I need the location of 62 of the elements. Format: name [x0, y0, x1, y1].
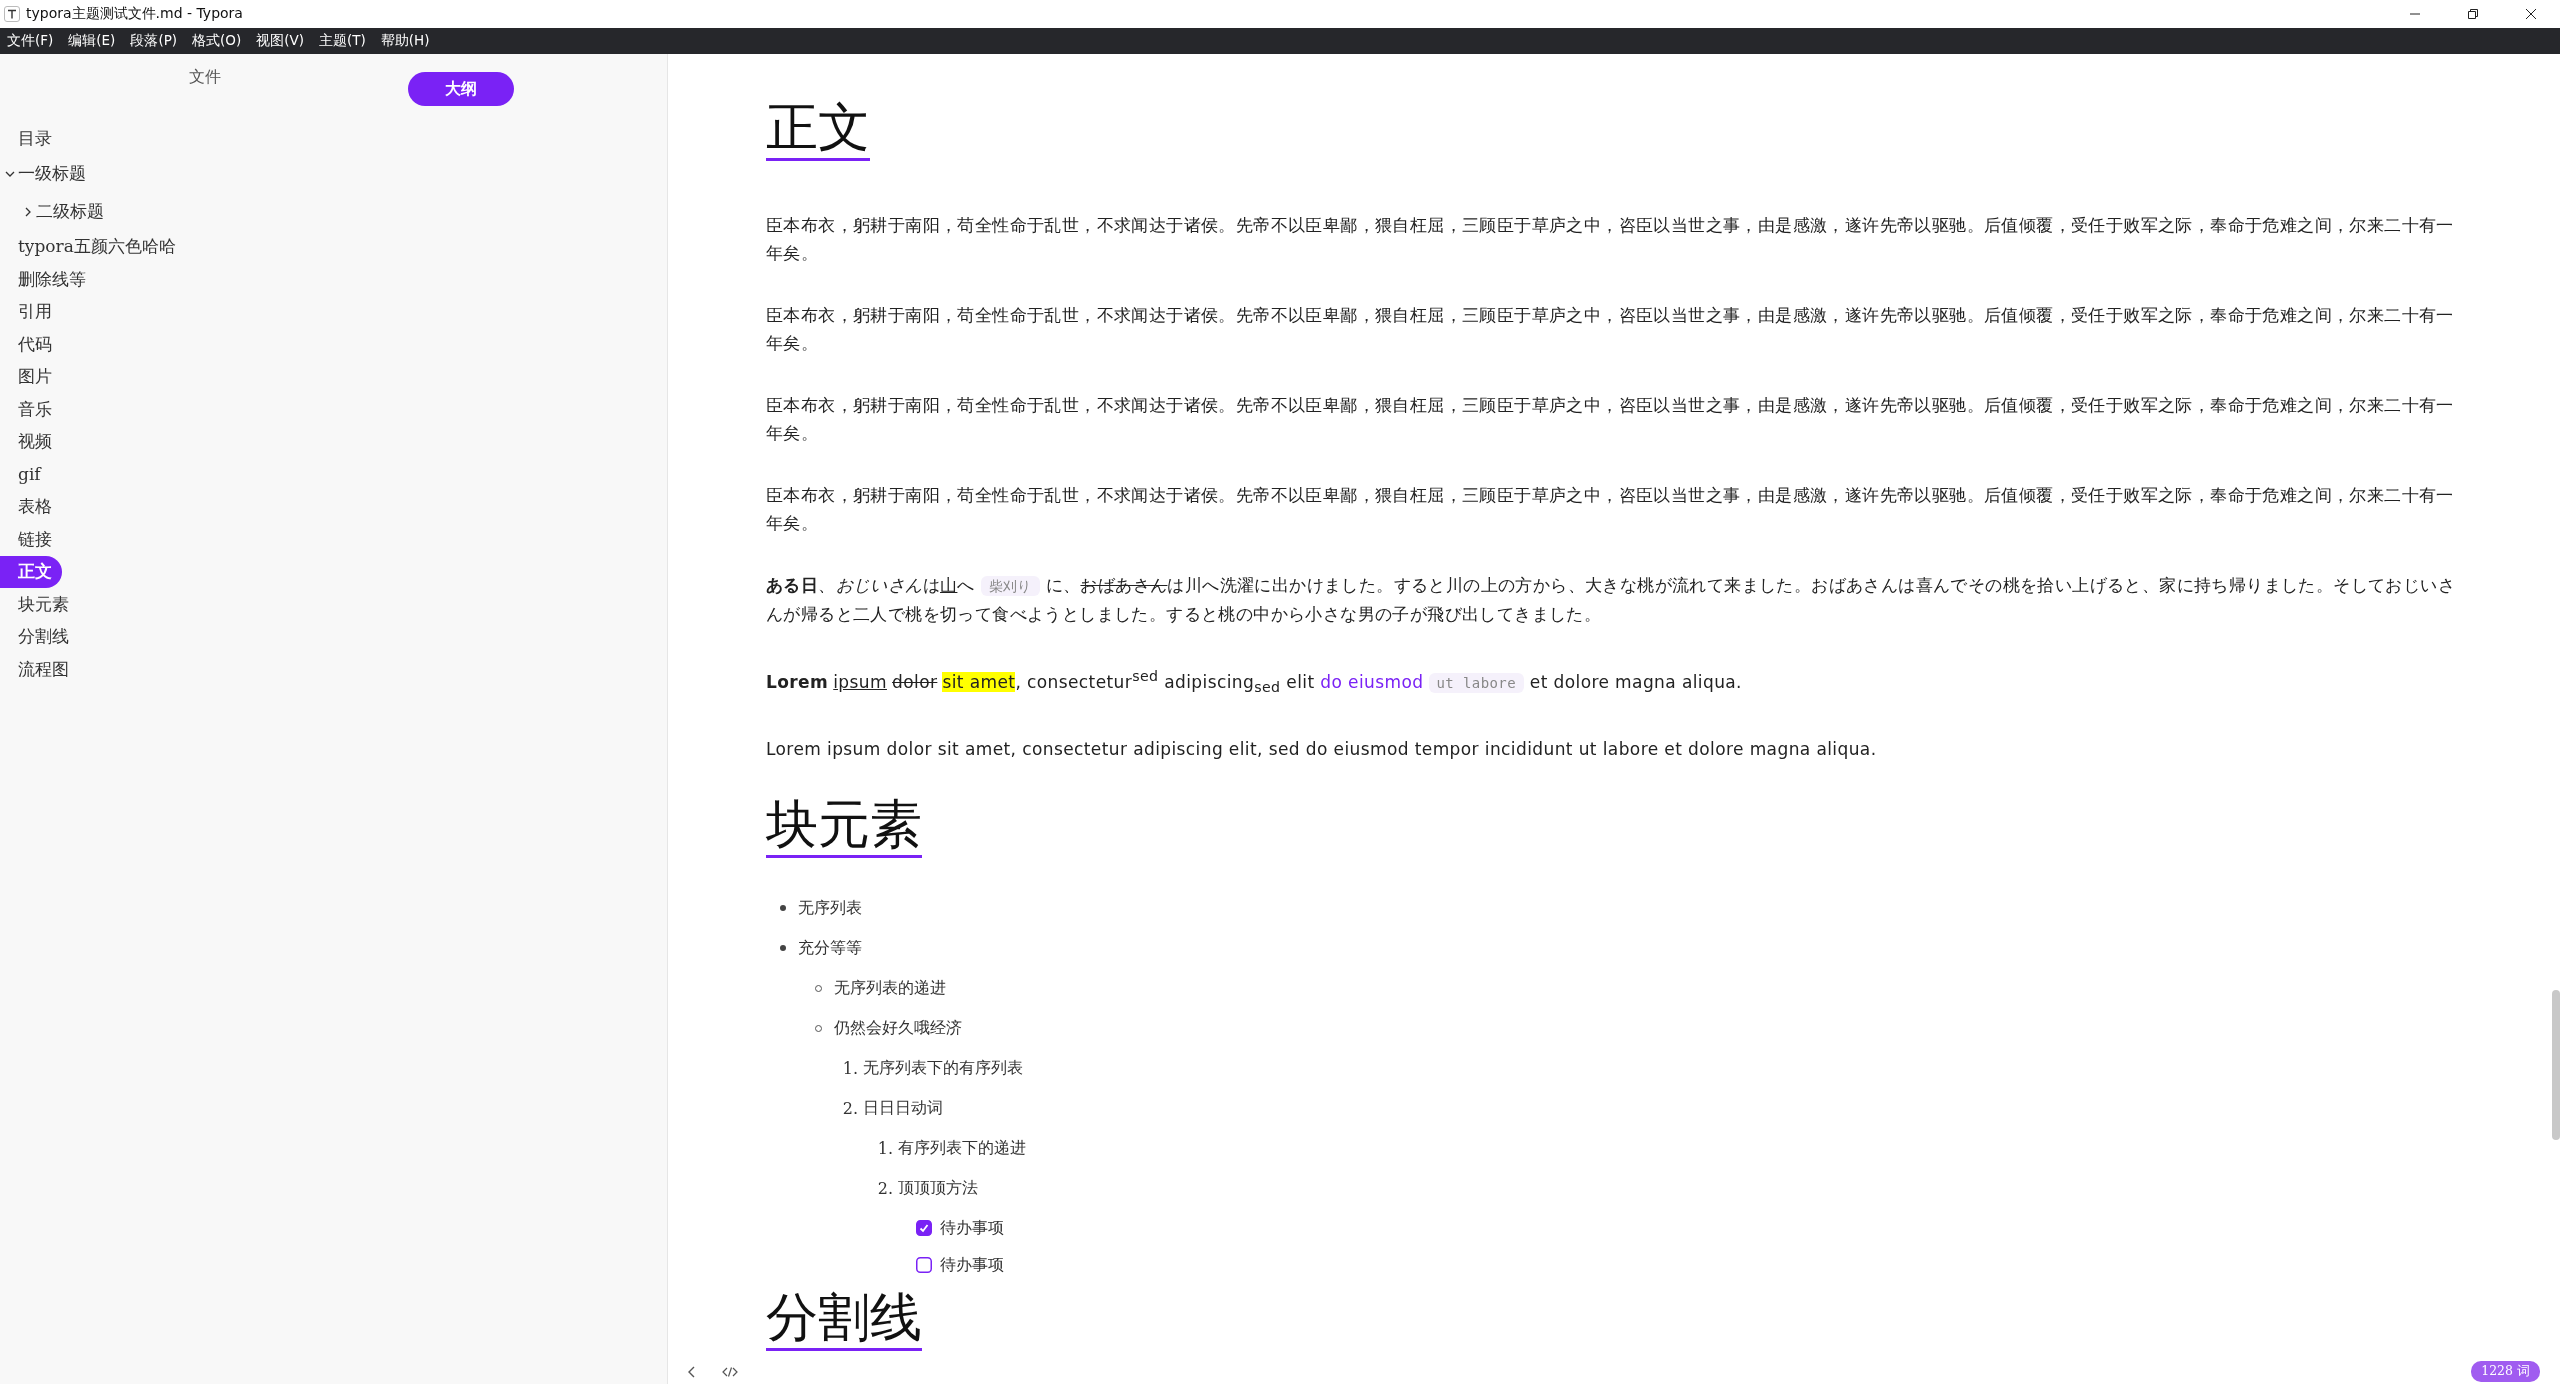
menu-item[interactable]: 格式(O) [191, 32, 243, 50]
paragraph: 臣本布衣，躬耕于南阳，苟全性命于乱世，不求闻达于诸侯。先帝不以臣卑鄙，猥自枉屈，三顾臣于草庐之中，咨臣以当世之事，由是感激，遂许先帝以驱驰。后值倾覆，受任于败军之际，奉命于危难之间，尔来二十有一年矣。 [766, 394, 2455, 445]
list-item-text: 无序列表的递进 [834, 977, 946, 999]
sidebar-tab[interactable]: 大纲 [408, 72, 514, 106]
list-number: 2. [876, 1178, 893, 1198]
list-number: 1. [841, 1058, 858, 1078]
heading: 正文 [766, 100, 870, 161]
menu-item[interactable]: 文件(F) [6, 32, 55, 50]
list-item-text: 待办事项 [940, 1217, 1004, 1239]
outline-item[interactable]: 代码 [0, 328, 62, 361]
outline-item[interactable]: 目录 [0, 122, 62, 155]
outline-item[interactable]: 流程图 [0, 653, 79, 686]
list-number: 1. [876, 1138, 893, 1158]
list-item-text: 待办事项 [940, 1254, 1004, 1276]
sidebar-tab[interactable]: 文件 [152, 60, 258, 94]
close-icon[interactable] [2525, 8, 2537, 20]
outline-item[interactable]: 正文 [0, 555, 62, 588]
bullet-icon [780, 905, 786, 912]
outline-item[interactable]: 视频 [0, 425, 62, 458]
paragraph: Lorem ipsum dolor sit amet, consectetur$^{sed}$ adipiscing$_{sed}$ elit do eiusmod ut labore et dolore magna aliqua. [766, 667, 1743, 698]
list-item-text: 仍然会好久哦经济 [834, 1017, 962, 1039]
paragraph: Lorem ipsum dolor sit amet, consectetur adipiscing elit, sed do eiusmod tempor incididunt ut labore et dolore magna aliqua. [766, 738, 1878, 762]
outline-item[interactable]: 引用 [0, 295, 62, 328]
outline-item[interactable]: 分割线 [0, 620, 79, 653]
outline-item[interactable]: 块元素 [0, 588, 79, 621]
list-item-text: 无序列表下的有序列表 [863, 1057, 1023, 1079]
outline-item[interactable]: typora五颜六色哈哈 [0, 230, 186, 263]
menu-item[interactable]: 视图(V) [255, 32, 306, 50]
paragraph: 臣本布衣，躬耕于南阳，苟全性命于乱世，不求闻达于诸侯。先帝不以臣卑鄙，猥自枉屈，三顾臣于草庐之中，咨臣以当世之事，由是感激，遂许先帝以驱驰。后值倾覆，受任于败军之际，奉命于危难之间，尔来二十有一年矣。 [766, 304, 2455, 355]
checkbox[interactable] [916, 1220, 932, 1237]
window-title: typora主题测试文件.md - Typora [26, 5, 244, 23]
list-item-text: 日日日动词 [863, 1097, 943, 1119]
list-item-text: 无序列表 [798, 897, 862, 919]
outline-item[interactable]: 一级标题 [0, 157, 96, 190]
outline-item[interactable]: 删除线等 [0, 263, 96, 296]
outline-item[interactable]: 音乐 [0, 393, 62, 426]
restore-icon[interactable] [2467, 8, 2479, 20]
list-item-text: 有序列表下的递进 [898, 1137, 1026, 1159]
list-number: 2. [841, 1098, 858, 1118]
paragraph: 臣本布衣，躬耕于南阳，苟全性命于乱世，不求闻达于诸侯。先帝不以臣卑鄙，猥自枉屈，三顾臣于草庐之中，咨臣以当世之事，由是感激，遂许先帝以驱驰。后值倾覆，受任于败军之际，奉命于危难之间，尔来二十有一年矣。 [766, 484, 2455, 535]
word-count[interactable]: 1228 词 [2471, 1361, 2540, 1382]
outline-item[interactable]: 二级标题 [0, 195, 114, 228]
heading: 块元素 [766, 797, 922, 859]
checkbox[interactable] [916, 1257, 932, 1274]
menu-item[interactable]: 帮助(H) [379, 32, 431, 50]
paragraph: 臣本布衣，躬耕于南阳，苟全性命于乱世，不求闻达于诸侯。先帝不以臣卑鄙，猥自枉屈，三顾臣于草庐之中，咨臣以当世之事，由是感激，遂许先帝以驱驰。后值倾覆，受任于败军之际，奉命于危难之间，尔来二十有一年矣。 [766, 214, 2455, 265]
bullet-icon [780, 945, 786, 952]
app-icon [4, 6, 20, 22]
link[interactable]: do eiusmod [1320, 671, 1429, 692]
menu-item[interactable]: 编辑(E) [67, 32, 117, 50]
caret-icon[interactable] [23, 206, 33, 217]
menu-item[interactable]: 主题(T) [318, 32, 367, 50]
paragraph: ある日、おじいさんは山へ 柴刈り に、おばあさんは川へ洗濯に出かけました。すると川の上の方から、大きな桃が流れて来ました。おばあさんは喜んでその桃を拾い上げると、家に持ち帰りました。そしておじいさんが帰ると二人で桃を切って食べようとしました。すると桃の中から小さな男の子が飛び出してきました。 [766, 574, 2457, 626]
scrollbar-thumb[interactable] [2552, 990, 2560, 1140]
outline-item[interactable]: 图片 [0, 360, 62, 393]
list-item-text: 充分等等 [798, 937, 862, 959]
outline-item[interactable]: 表格 [0, 490, 62, 523]
heading: 分割线 [766, 1290, 922, 1352]
list-item-text: 顶顶顶方法 [898, 1177, 978, 1199]
outline-item[interactable]: gif [0, 458, 51, 491]
menu-item[interactable]: 段落(P) [129, 32, 179, 50]
outline-item[interactable]: 链接 [0, 523, 62, 556]
